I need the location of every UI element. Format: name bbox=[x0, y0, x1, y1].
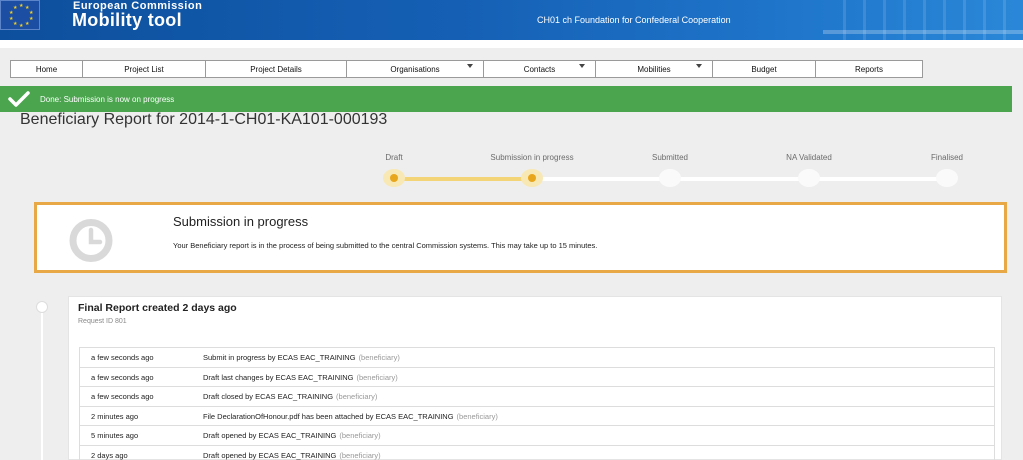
log-time: 2 minutes ago bbox=[91, 411, 139, 421]
status-description: Your Beneficiary report is in the proces… bbox=[173, 241, 598, 250]
clock-icon bbox=[57, 218, 125, 263]
step-dot-submission bbox=[521, 169, 543, 187]
status-panel: Submission in progress Your Beneficiary … bbox=[34, 202, 1007, 273]
chevron-down-icon bbox=[467, 64, 473, 68]
progress-track-pending bbox=[532, 177, 948, 181]
log-time: a few seconds ago bbox=[91, 353, 154, 362]
log-time: a few seconds ago bbox=[91, 392, 154, 401]
report-history-card: Final Report created 2 days ago Request … bbox=[68, 296, 1002, 460]
success-banner: Done: Submission is now on progress bbox=[0, 86, 1012, 112]
header-divider bbox=[0, 40, 1023, 48]
progress-track-done bbox=[394, 177, 532, 181]
log-time: 2 days ago bbox=[91, 450, 128, 460]
timeline-dot bbox=[36, 301, 48, 313]
organisation-name: CH01 ch Foundation for Confederal Cooper… bbox=[537, 15, 731, 25]
building-decoration bbox=[823, 0, 1023, 40]
step-dot-submitted bbox=[659, 169, 681, 187]
nav-organisations[interactable]: Organisations bbox=[347, 61, 484, 77]
table-row: 5 minutes ago Draft opened by ECAS EAC_T… bbox=[79, 426, 995, 446]
timeline-line bbox=[41, 306, 43, 460]
chevron-down-icon bbox=[696, 64, 702, 68]
step-label-draft: Draft bbox=[385, 153, 403, 162]
nav-mobilities[interactable]: Mobilities bbox=[596, 61, 713, 77]
log-description: Submit in progress by ECAS EAC_TRAINING(… bbox=[203, 353, 400, 362]
check-icon bbox=[8, 90, 30, 108]
step-dot-na-validated bbox=[798, 169, 820, 187]
table-row: a few seconds ago Draft closed by ECAS E… bbox=[79, 387, 995, 407]
table-row: 2 days ago Draft opened by ECAS EAC_TRAI… bbox=[79, 445, 995, 460]
report-title: Final Report created 2 days ago bbox=[78, 302, 237, 314]
log-description: Draft opened by ECAS EAC_TRAINING (benefi… bbox=[203, 431, 381, 440]
nav-home[interactable]: Home bbox=[11, 61, 83, 77]
table-row: a few seconds ago Draft last changes by … bbox=[79, 367, 995, 387]
log-description: File DeclarationOfHonour.pdf has been at… bbox=[203, 411, 498, 421]
progress-stepper: Draft Submission in progress Submitted N… bbox=[0, 150, 1023, 195]
step-label-submission: Submission in progress bbox=[490, 153, 574, 162]
log-description: Draft closed by ECAS EAC_TRAINING (benefi… bbox=[203, 392, 378, 401]
main-nav: Home Project List Project Details Organi… bbox=[10, 60, 923, 78]
table-row: a few seconds ago Submit in progress by … bbox=[79, 348, 995, 368]
step-dot-finalised bbox=[936, 169, 958, 187]
step-dot-draft bbox=[383, 169, 405, 187]
nav-project-details[interactable]: Project Details bbox=[206, 61, 347, 77]
chevron-down-icon bbox=[579, 64, 585, 68]
nav-project-list[interactable]: Project List bbox=[83, 61, 206, 77]
nav-reports[interactable]: Reports bbox=[816, 61, 922, 77]
history-log-table: a few seconds ago Submit in progress by … bbox=[79, 347, 995, 460]
app-header: ★ ★ ★ ★ ★ ★ ★ ★ ★ ★ European Commission … bbox=[0, 0, 1023, 40]
log-time: 5 minutes ago bbox=[91, 431, 139, 440]
log-time: a few seconds ago bbox=[91, 372, 154, 382]
table-row: 2 minutes ago File DeclarationOfHonour.p… bbox=[79, 406, 995, 426]
log-description: Draft opened by ECAS EAC_TRAINING (benefi… bbox=[203, 450, 381, 460]
request-id: Request ID 801 bbox=[78, 318, 127, 325]
page-title: Beneficiary Report for 2014-1-CH01-KA101… bbox=[20, 111, 388, 128]
banner-message: Done: Submission is now on progress bbox=[40, 94, 175, 104]
step-label-na-validated: NA Validated bbox=[786, 153, 832, 162]
log-description: Draft last changes by ECAS EAC_TRAINING(… bbox=[203, 372, 398, 382]
step-label-finalised: Finalised bbox=[930, 153, 964, 162]
nav-contacts[interactable]: Contacts bbox=[484, 61, 596, 77]
step-label-submitted: Submitted bbox=[651, 153, 689, 162]
nav-budget[interactable]: Budget bbox=[713, 61, 816, 77]
eu-flag-logo: ★ ★ ★ ★ ★ ★ ★ ★ ★ ★ bbox=[0, 0, 40, 30]
status-title: Submission in progress bbox=[173, 214, 309, 229]
app-title[interactable]: Mobility tool bbox=[72, 10, 182, 31]
